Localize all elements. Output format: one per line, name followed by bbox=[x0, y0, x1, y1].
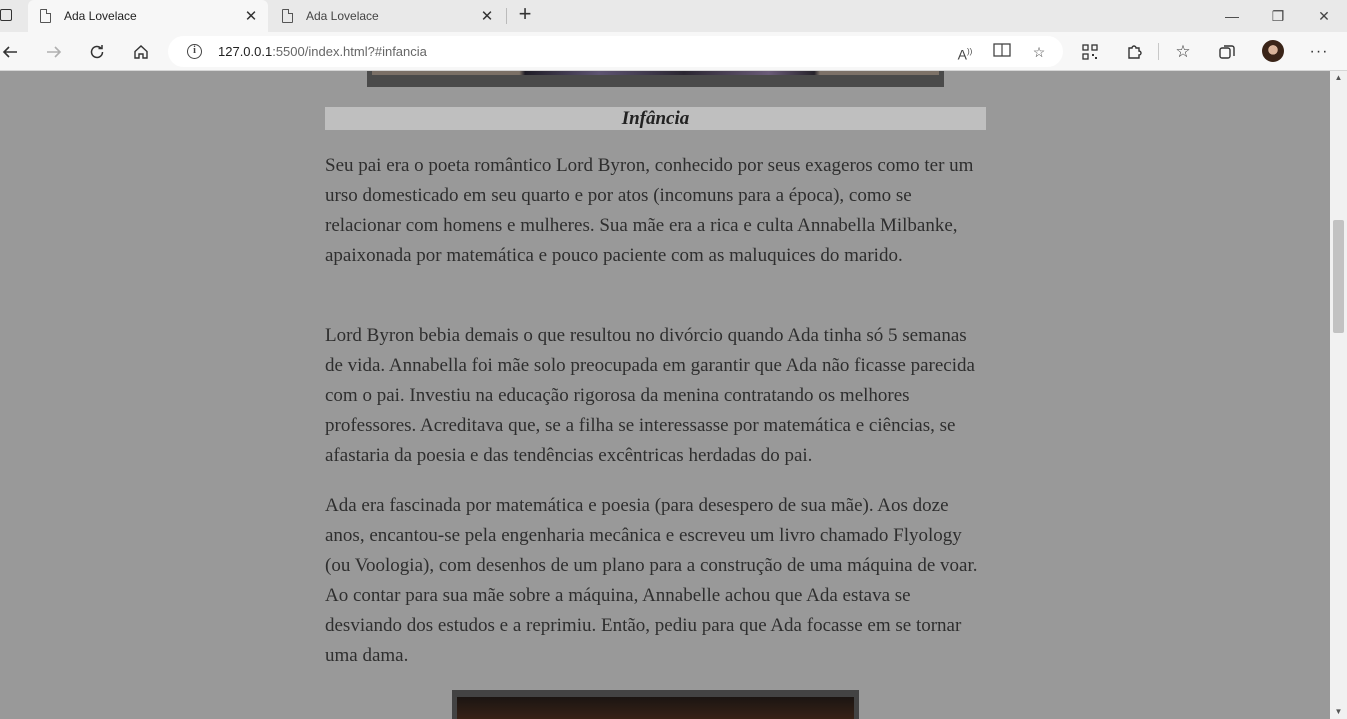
url-path: :5500/index.html?#infancia bbox=[272, 44, 427, 59]
immersive-reader-icon[interactable] bbox=[992, 42, 1012, 62]
qr-code-icon bbox=[1082, 44, 1098, 60]
forward-button[interactable] bbox=[40, 38, 68, 66]
qr-code-button[interactable] bbox=[1076, 38, 1104, 66]
scroll-down-arrow-icon[interactable]: ▼ bbox=[1330, 705, 1347, 719]
scrollbar-thumb[interactable] bbox=[1333, 220, 1344, 333]
read-aloud-icon[interactable]: A)) bbox=[955, 42, 975, 63]
section-heading-infancia: Infância bbox=[325, 107, 986, 130]
favorites-button[interactable]: ☆ bbox=[1169, 38, 1197, 66]
new-tab-button[interactable]: + bbox=[513, 3, 537, 27]
tab-inactive[interactable]: Ada Lovelace ✕ bbox=[270, 0, 504, 32]
extensions-button[interactable] bbox=[1120, 38, 1148, 66]
add-favorite-icon[interactable]: ☆ bbox=[1029, 42, 1049, 62]
back-arrow-icon bbox=[2, 46, 17, 58]
collections-button[interactable] bbox=[1213, 38, 1241, 66]
url-host: 127.0.0.1 bbox=[218, 44, 273, 59]
home-button[interactable] bbox=[127, 38, 155, 66]
tab-actions-icon[interactable] bbox=[0, 9, 12, 21]
page-icon bbox=[282, 9, 293, 23]
page-viewport: Infância Seu pai era o poeta romântico L… bbox=[0, 71, 1330, 719]
page-scrollbar[interactable]: ▲ ▼ bbox=[1330, 71, 1347, 719]
paragraph-1: Seu pai era o poeta romântico Lord Byron… bbox=[325, 155, 974, 266]
info-icon[interactable]: i bbox=[187, 44, 202, 59]
refresh-icon bbox=[90, 45, 104, 59]
scroll-up-arrow-icon[interactable]: ▲ bbox=[1330, 71, 1347, 85]
restore-button[interactable]: ❐ bbox=[1255, 4, 1301, 28]
tab-divider bbox=[506, 8, 507, 24]
close-window-button[interactable]: ✕ bbox=[1301, 4, 1347, 28]
refresh-button[interactable] bbox=[83, 38, 111, 66]
paragraph-3: Ada era fascinada por matemática e poesi… bbox=[325, 495, 978, 666]
collections-icon bbox=[1219, 45, 1235, 59]
url-text[interactable]: 127.0.0.1:5500/index.html?#infancia bbox=[218, 44, 427, 59]
more-button[interactable]: ··· bbox=[1305, 38, 1333, 66]
tab-title: Ada Lovelace bbox=[306, 9, 379, 23]
back-button[interactable] bbox=[0, 38, 24, 66]
home-icon bbox=[134, 45, 148, 59]
tab-strip: Ada Lovelace ✕ Ada Lovelace ✕ + — ❐ ✕ bbox=[0, 0, 1347, 32]
page-icon bbox=[40, 9, 51, 23]
portrait-image-top bbox=[367, 71, 944, 87]
tab-title: Ada Lovelace bbox=[64, 9, 137, 23]
tab-close-icon[interactable]: ✕ bbox=[476, 7, 498, 25]
favorites-icon: ☆ bbox=[1175, 42, 1191, 61]
extensions-icon bbox=[1128, 45, 1142, 59]
tab-close-icon[interactable]: ✕ bbox=[240, 7, 262, 25]
more-icon: ··· bbox=[1309, 43, 1329, 60]
portrait-image-content bbox=[372, 71, 939, 75]
portrait-image-bottom bbox=[452, 690, 859, 719]
browser-toolbar: i 127.0.0.1:5500/index.html?#infancia A)… bbox=[0, 32, 1347, 71]
tab-active[interactable]: Ada Lovelace ✕ bbox=[28, 0, 268, 32]
forward-arrow-icon bbox=[47, 46, 62, 58]
minimize-button[interactable]: — bbox=[1209, 4, 1255, 28]
toolbar-divider bbox=[1158, 43, 1159, 60]
portrait-image-content bbox=[457, 697, 854, 719]
profile-avatar[interactable] bbox=[1262, 40, 1284, 62]
address-bar[interactable]: i 127.0.0.1:5500/index.html?#infancia A)… bbox=[168, 36, 1063, 67]
paragraph-2: Lord Byron bebia demais o que resultou n… bbox=[325, 325, 975, 466]
